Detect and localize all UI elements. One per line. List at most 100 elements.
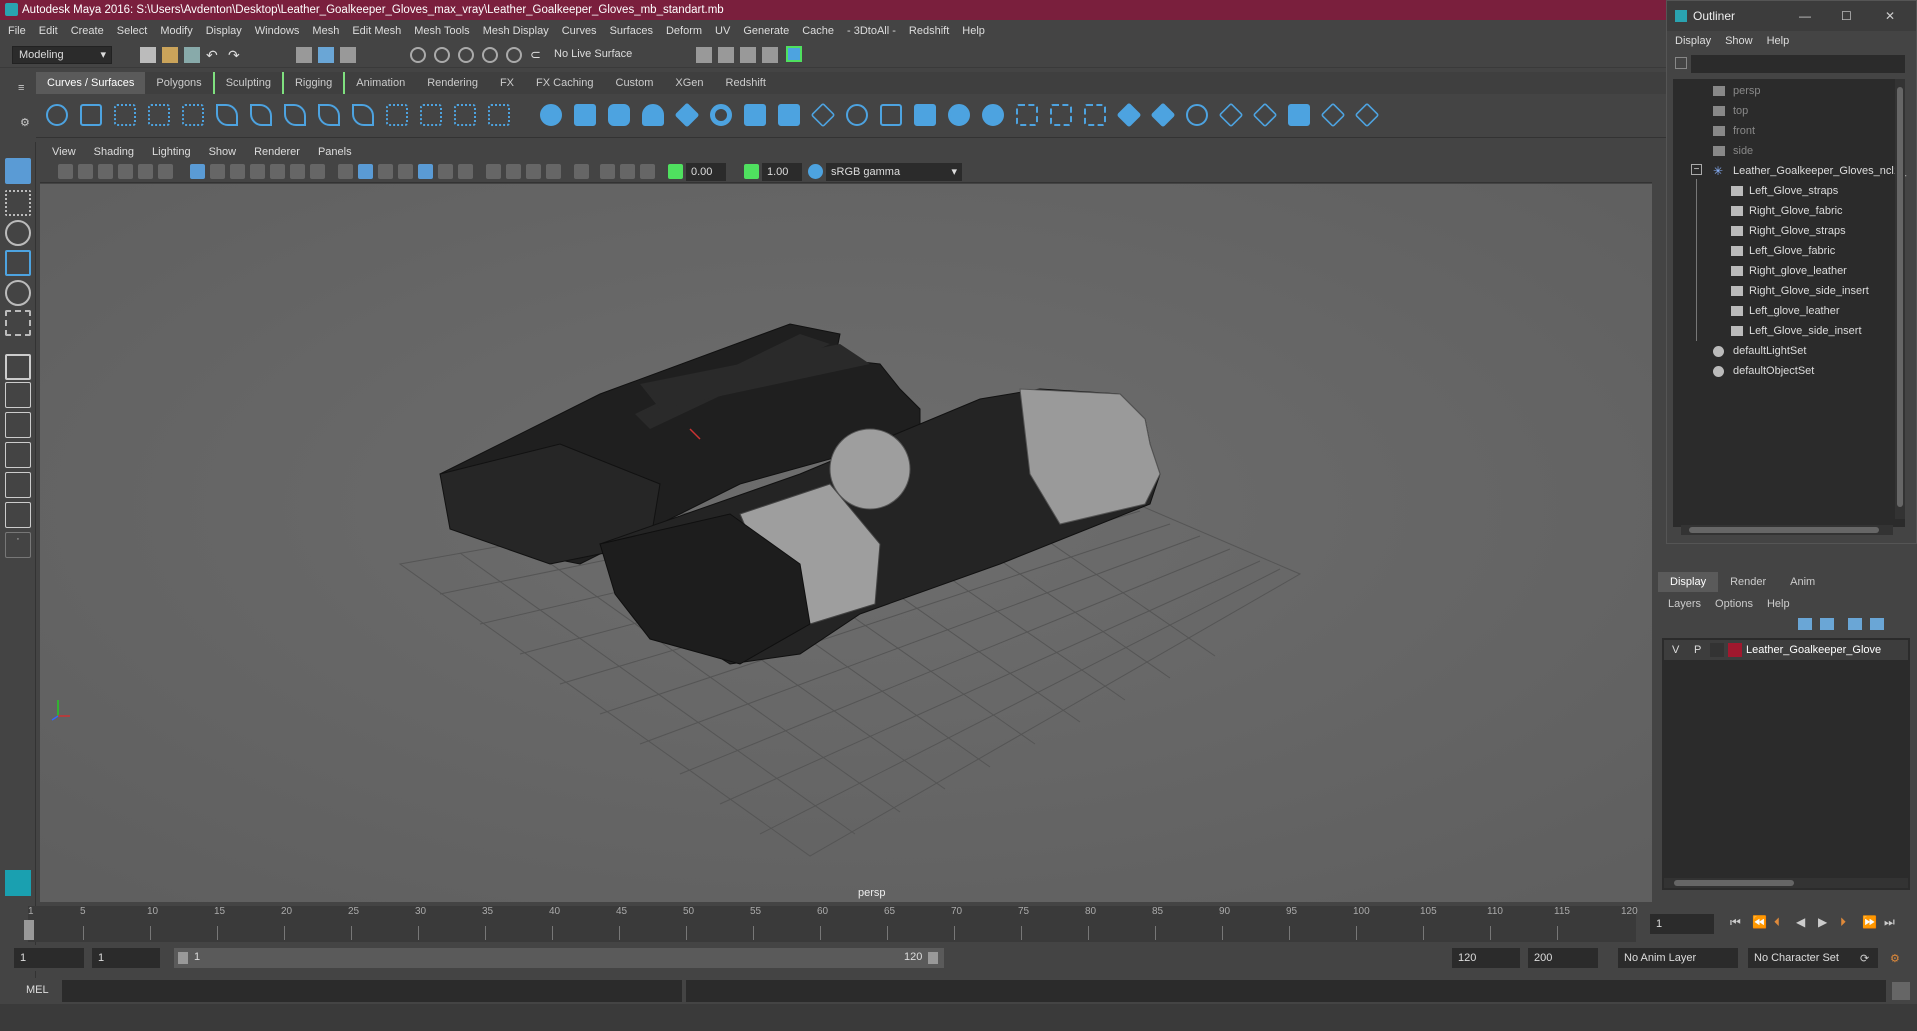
snap-live-icon[interactable] <box>506 47 522 63</box>
menu-file[interactable]: File <box>8 25 26 37</box>
go-to-start-icon[interactable]: ⏮ <box>1730 915 1741 930</box>
color-management-icon[interactable] <box>808 164 823 179</box>
layer-row[interactable]: V P Leather_Goalkeeper_Glove <box>1664 640 1908 660</box>
move-layer-up-icon[interactable] <box>1798 618 1812 630</box>
nurbs-cone-icon[interactable] <box>642 104 664 126</box>
default-material-icon[interactable] <box>378 164 393 179</box>
outliner-filter-icon[interactable] <box>1675 57 1687 69</box>
two-d-pan-zoom-icon[interactable] <box>138 164 153 179</box>
layer-menu-layers[interactable]: Layers <box>1668 598 1701 610</box>
exposure-field[interactable]: 0.00 <box>686 163 726 181</box>
shelf-tab-custom[interactable]: Custom <box>605 72 665 94</box>
shelf-tab-xgen[interactable]: XGen <box>664 72 714 94</box>
shelf-tab-sculpting[interactable]: Sculpting <box>212 72 284 94</box>
xray-icon[interactable] <box>600 164 615 179</box>
playback-start-field[interactable]: 1 <box>92 948 160 968</box>
nurbs-sphere-icon[interactable] <box>540 104 562 126</box>
single-view-layout-icon[interactable] <box>5 354 31 380</box>
camera-select-icon[interactable] <box>58 164 73 179</box>
menu-mesh-display[interactable]: Mesh Display <box>483 25 549 37</box>
menu-help[interactable]: Help <box>962 25 985 37</box>
smooth-shade-icon[interactable] <box>358 164 373 179</box>
add-points-icon[interactable] <box>454 104 476 126</box>
select-hierarchy-icon[interactable] <box>296 47 312 63</box>
outliner-menu-show[interactable]: Show <box>1725 35 1753 47</box>
rotate-tool-icon[interactable] <box>5 280 31 306</box>
animation-start-field[interactable]: 1 <box>14 948 84 968</box>
nurbs-plane-icon[interactable] <box>674 102 700 128</box>
menu-create[interactable]: Create <box>71 25 104 37</box>
new-layer-icon[interactable] <box>1848 618 1862 630</box>
panel-menu-shading[interactable]: Shading <box>94 146 134 158</box>
lasso-tool-icon[interactable] <box>5 190 31 216</box>
select-tool-icon[interactable] <box>5 158 31 184</box>
xray-joints-icon[interactable] <box>620 164 635 179</box>
nurbs-circle-icon[interactable] <box>46 104 68 126</box>
step-forward-frame-icon[interactable]: ⏩ <box>1862 915 1877 929</box>
menu-curves[interactable]: Curves <box>562 25 597 37</box>
attach-curves-icon[interactable] <box>250 104 272 126</box>
outliner-item-top[interactable]: top <box>1713 101 1748 121</box>
nurbs-cube-icon[interactable] <box>574 104 596 126</box>
layer-menu-help[interactable]: Help <box>1767 598 1790 610</box>
collapse-toggle-icon[interactable]: − <box>1691 164 1702 175</box>
close-icon[interactable]: ✕ <box>1885 1 1895 31</box>
maximize-icon[interactable]: ☐ <box>1841 1 1852 31</box>
shelf-tab-polygons[interactable]: Polygons <box>145 72 212 94</box>
menu-uv[interactable]: UV <box>715 25 730 37</box>
shelf-menu-icon[interactable]: ≡ <box>18 82 24 94</box>
layer-playback-toggle[interactable]: P <box>1694 644 1701 656</box>
snap-curve-icon[interactable] <box>434 47 450 63</box>
four-view-layout-icon[interactable] <box>5 382 31 408</box>
menu-redshift[interactable]: Redshift <box>909 25 949 37</box>
insert-isoparms-icon[interactable] <box>1252 102 1278 128</box>
square-surface-icon[interactable] <box>948 104 970 126</box>
anim-layer-dropdown[interactable]: No Anim Layer <box>1618 948 1738 968</box>
menu-3dtoall[interactable]: - 3DtoAll - <box>847 25 896 37</box>
insert-knot-icon[interactable] <box>318 104 340 126</box>
layer-display-type[interactable] <box>1710 643 1724 657</box>
menu-generate[interactable]: Generate <box>743 25 789 37</box>
field-chart-icon[interactable] <box>270 164 285 179</box>
shelf-settings-icon[interactable]: ⚙ <box>20 116 30 129</box>
command-input[interactable] <box>62 980 682 1002</box>
intersect-surfaces-icon[interactable] <box>1050 104 1072 126</box>
panel-menu-panels[interactable]: Panels <box>318 146 352 158</box>
paint-select-tool-icon[interactable] <box>5 220 31 246</box>
layer-menu-options[interactable]: Options <box>1715 598 1753 610</box>
outliner-item-right-glove-side-insert[interactable]: Right_Glove_side_insert <box>1731 281 1869 301</box>
layer-tab-render[interactable]: Render <box>1718 572 1778 592</box>
bookmarks-icon[interactable] <box>98 164 113 179</box>
shelf-tab-animation[interactable]: Animation <box>345 72 416 94</box>
planar-icon[interactable] <box>810 102 836 128</box>
outliner-menu-display[interactable]: Display <box>1675 35 1711 47</box>
open-close-surfaces-icon[interactable] <box>1218 102 1244 128</box>
arc-tool-icon[interactable] <box>216 104 238 126</box>
outliner-item-default-object-set[interactable]: defaultObjectSet <box>1713 361 1814 381</box>
script-editor-icon[interactable] <box>1892 982 1910 1000</box>
undo-icon[interactable]: ↶ <box>206 47 222 63</box>
image-plane-icon[interactable] <box>118 164 133 179</box>
persp-outliner-layout-icon[interactable] <box>5 412 31 438</box>
anti-aliasing-icon[interactable] <box>526 164 541 179</box>
outliner-horizontal-scrollbar[interactable] <box>1681 525 1893 535</box>
step-back-key-icon[interactable]: ⏴ <box>1774 915 1780 930</box>
save-scene-icon[interactable] <box>184 47 200 63</box>
wireframe-on-shaded-icon[interactable] <box>398 164 413 179</box>
hypershade-icon[interactable] <box>786 46 802 62</box>
camera-attributes-icon[interactable] <box>78 164 93 179</box>
current-frame-field[interactable]: 1 <box>1650 914 1714 934</box>
move-layer-down-icon[interactable] <box>1820 618 1834 630</box>
shelf-tab-fx[interactable]: FX <box>489 72 525 94</box>
shelf-tab-rendering[interactable]: Rendering <box>416 72 489 94</box>
motion-blur-icon[interactable] <box>506 164 521 179</box>
detach-curves-icon[interactable] <box>284 104 306 126</box>
shelf-tab-curves-surfaces[interactable]: Curves / Surfaces <box>36 72 146 94</box>
safe-action-icon[interactable] <box>290 164 305 179</box>
attach-surfaces-icon[interactable] <box>1150 102 1176 128</box>
nurbs-square-icon[interactable] <box>80 104 102 126</box>
live-surface-label[interactable]: No Live Surface <box>554 48 632 60</box>
outliner-item-persp[interactable]: persp <box>1713 81 1761 101</box>
outliner-item-default-light-set[interactable]: defaultLightSet <box>1713 341 1806 361</box>
depth-of-field-icon[interactable] <box>546 164 561 179</box>
